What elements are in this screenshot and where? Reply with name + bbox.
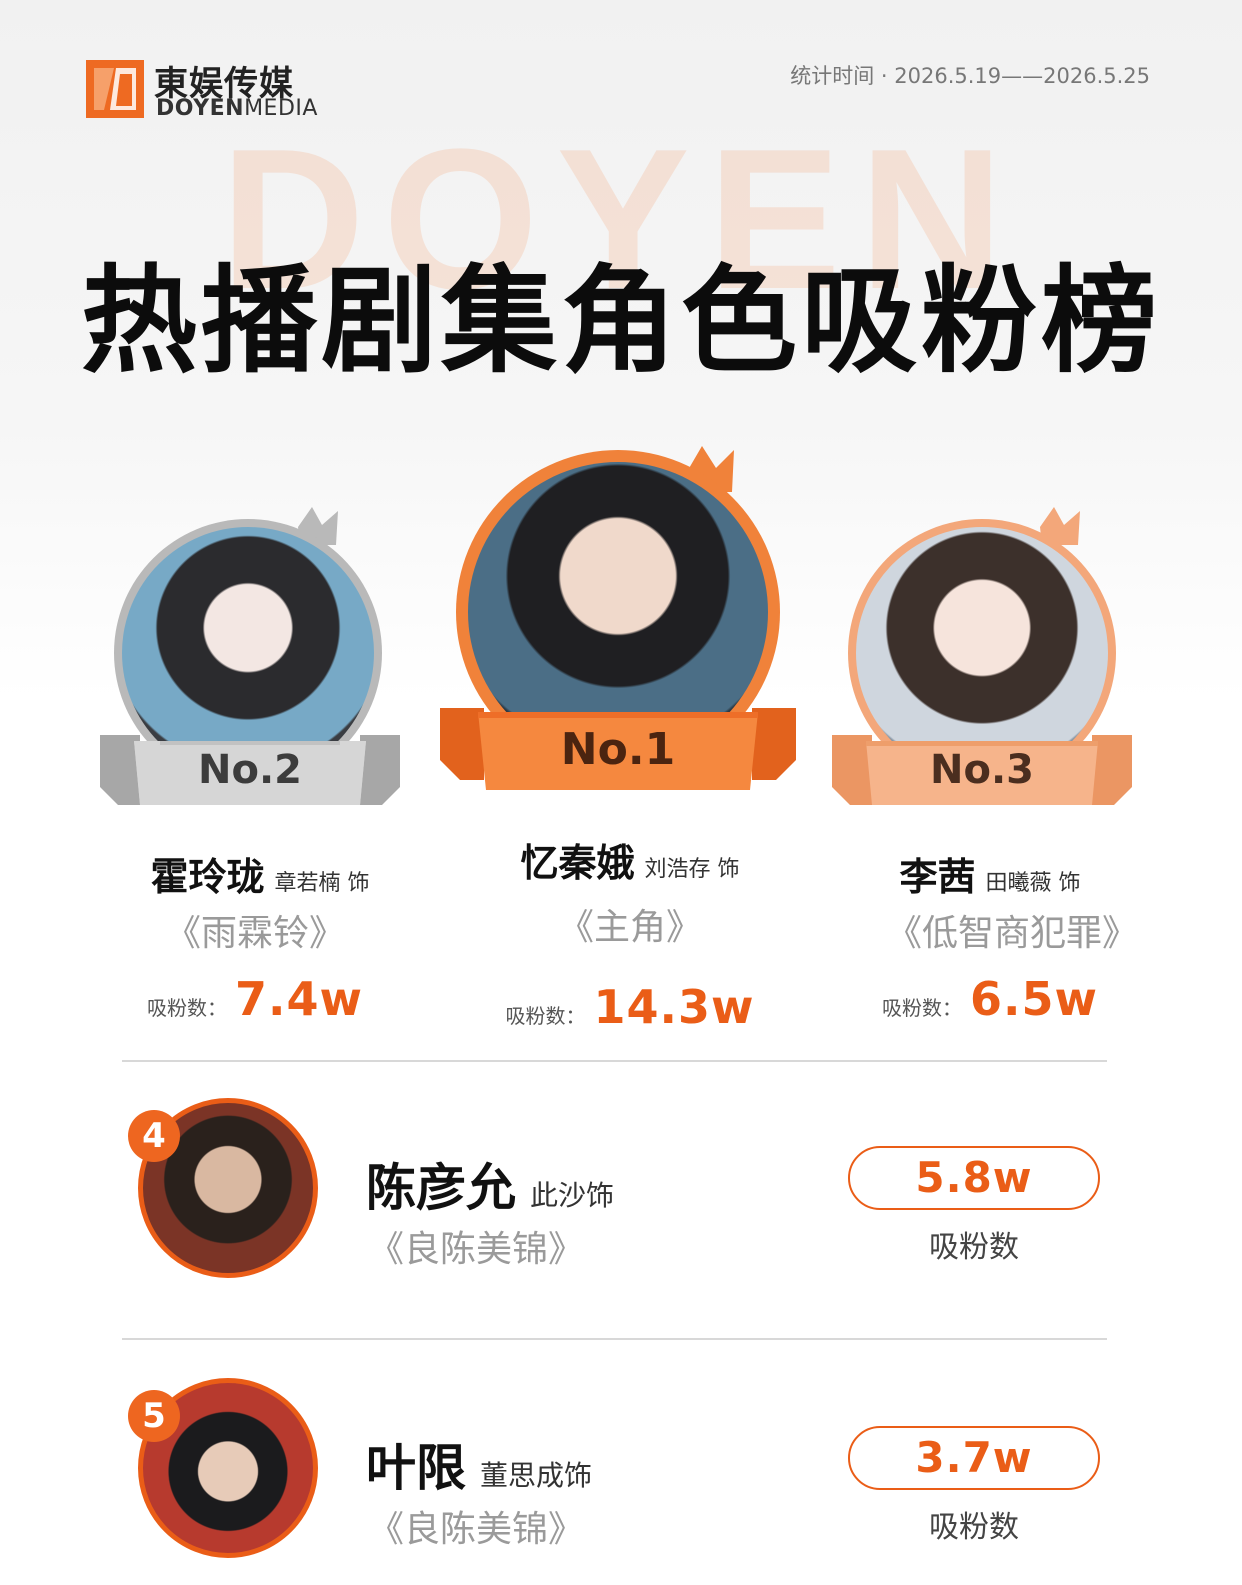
rank-label: No.2 — [198, 747, 302, 793]
actor-name: 章若楠 饰 — [274, 871, 370, 896]
actor-name: 董思成饰 — [480, 1459, 593, 1492]
drama-title: 《良陈美锦》 — [368, 1509, 585, 1550]
rank-label: No.1 — [560, 724, 676, 775]
fans-label: 吸粉数 — [929, 1510, 1019, 1545]
date-range: 统计时间 · 2026.5.19——2026.5.25 — [790, 64, 1150, 88]
fans-label: 吸粉数： — [147, 996, 227, 1020]
divider — [122, 1060, 1107, 1062]
character-name: 叶限 — [366, 1439, 466, 1497]
fans-label: 吸粉数 — [929, 1230, 1019, 1265]
podium-2-name: 霍玲珑 章若楠 饰 — [100, 846, 420, 901]
podium-rank-2: No.2 — [100, 505, 400, 815]
fans-value-pill: 5.8w — [848, 1146, 1100, 1210]
actor-name: 此沙饰 — [530, 1179, 615, 1212]
list-item: 4 陈彦允 此沙饰 《良陈美锦》 5.8w 吸粉数 — [0, 1090, 1242, 1300]
fans-value: 14.3w — [593, 980, 755, 1034]
character-name: 李茜 — [899, 855, 976, 899]
podium-3-name: 李茜 田曦薇 饰 — [830, 846, 1150, 901]
list-item: 5 叶限 董思成饰 《良陈美锦》 3.7w 吸粉数 — [0, 1370, 1242, 1585]
avatar-portrait — [122, 527, 374, 779]
divider — [122, 1338, 1107, 1340]
character-name: 霍玲珑 — [150, 855, 265, 899]
podium-2-fans: 吸粉数： 7.4w — [100, 972, 410, 1026]
fans-value: 6.5w — [970, 972, 1098, 1026]
brand-logo-icon — [86, 60, 144, 118]
actor-name: 刘浩存 饰 — [644, 857, 740, 882]
fans-label: 吸粉数： — [505, 1004, 586, 1028]
actor-name: 田曦薇 饰 — [985, 871, 1081, 896]
podium-1-fans: 吸粉数： 14.3w — [470, 980, 790, 1034]
podium-2-drama: 《雨霖铃》 — [164, 913, 345, 954]
fans-label: 吸粉数： — [882, 996, 962, 1020]
rank-badge: 4 — [128, 1110, 180, 1162]
row-name: 陈彦允 此沙饰 — [366, 1148, 614, 1220]
podium-rank-3: No.3 — [832, 505, 1132, 815]
podium-1-drama: 《主角》 — [557, 907, 702, 948]
podium-rank-1: No.1 — [440, 440, 800, 800]
character-name: 陈彦允 — [366, 1159, 516, 1217]
avatar-portrait — [468, 462, 768, 762]
rank-badge: 5 — [128, 1390, 180, 1442]
page-title: 热播剧集角色吸粉榜 — [81, 254, 1161, 389]
fans-value-pill: 3.7w — [848, 1426, 1100, 1490]
podium-3-fans: 吸粉数： 6.5w — [830, 972, 1150, 1026]
fans-value: 7.4w — [235, 972, 363, 1026]
avatar-portrait — [856, 527, 1108, 779]
drama-title: 《良陈美锦》 — [368, 1229, 585, 1270]
podium-1-name: 忆秦娥 刘浩存 饰 — [470, 832, 790, 887]
rank-label: No.3 — [930, 747, 1034, 793]
character-name: 忆秦娥 — [520, 841, 635, 885]
row-name: 叶限 董思成饰 — [366, 1428, 592, 1500]
podium-3-drama: 《低智商犯罪》 — [885, 913, 1138, 954]
